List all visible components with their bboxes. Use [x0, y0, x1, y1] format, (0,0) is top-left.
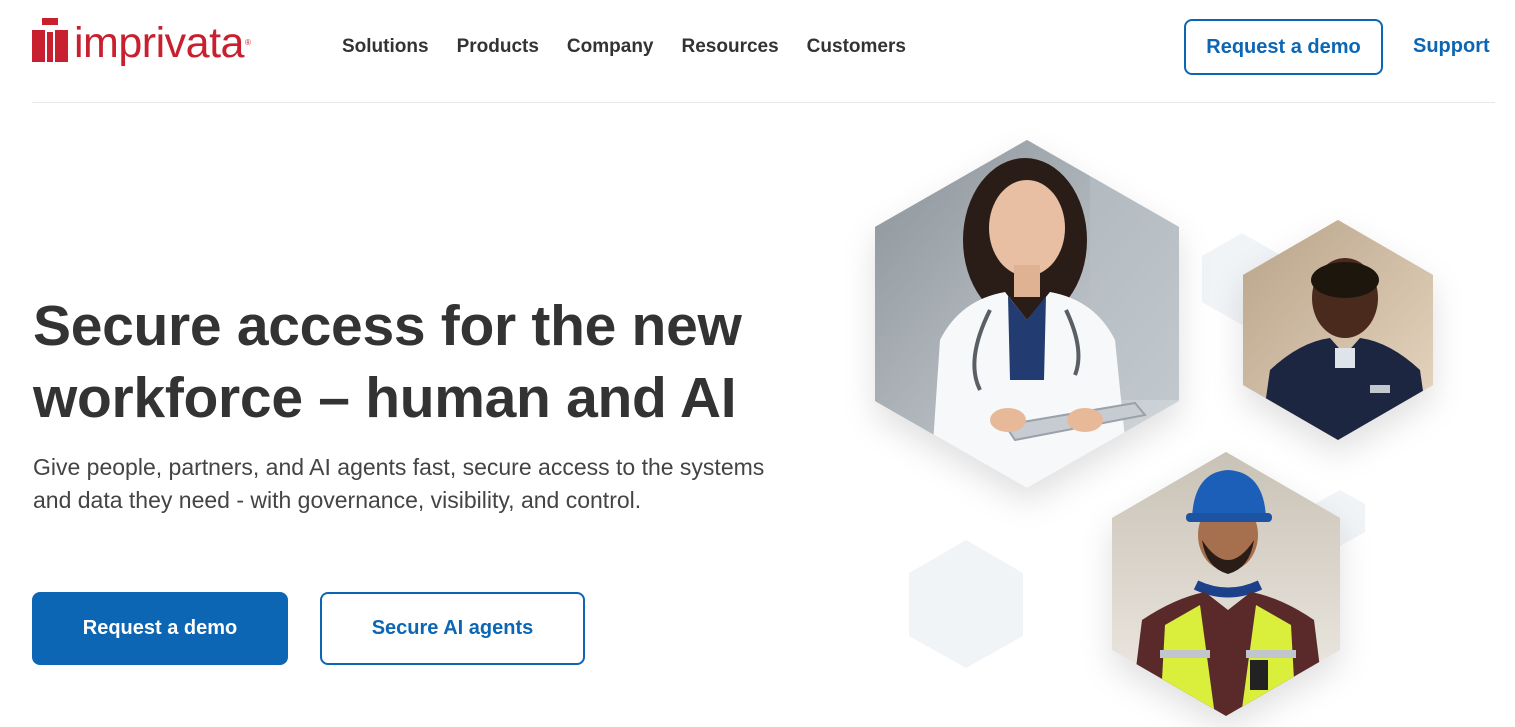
imprivata-logo[interactable]: imprivata ®	[32, 18, 251, 74]
doctor-with-tablet-photo	[875, 140, 1179, 488]
hero-hexagon-collage	[830, 120, 1490, 727]
hero-request-demo-button[interactable]: Request a demo	[32, 592, 288, 665]
nav-item-products[interactable]: Products	[457, 36, 539, 58]
hero-title-line-1: Secure access for the new	[33, 294, 742, 358]
nav-item-customers[interactable]: Customers	[807, 36, 906, 58]
support-link[interactable]: Support	[1413, 35, 1490, 58]
hero-title-line-2: workforce – human and AI	[33, 366, 737, 430]
hero-title: Secure access for the new workforce – hu…	[33, 290, 793, 434]
header-request-demo-button[interactable]: Request a demo	[1184, 19, 1383, 75]
site-header: imprivata ® Solutions Products Company R…	[0, 0, 1515, 103]
decorative-hexagon-2	[909, 540, 1023, 668]
nav-item-solutions[interactable]: Solutions	[342, 36, 429, 58]
construction-worker-photo	[1112, 452, 1340, 716]
hexagon-collage-svg	[875, 140, 1433, 716]
secure-ai-agents-button[interactable]: Secure AI agents	[320, 592, 585, 665]
main-nav: Solutions Products Company Resources Cus…	[342, 36, 934, 58]
header-divider	[32, 102, 1495, 103]
registered-mark: ®	[244, 38, 251, 47]
imprivata-logo-icon	[32, 18, 68, 62]
hero-subtitle: Give people, partners, and AI agents fas…	[33, 454, 765, 513]
nav-item-company[interactable]: Company	[567, 36, 654, 58]
logo-wordmark: imprivata	[74, 19, 244, 67]
nav-item-resources[interactable]: Resources	[682, 36, 779, 58]
